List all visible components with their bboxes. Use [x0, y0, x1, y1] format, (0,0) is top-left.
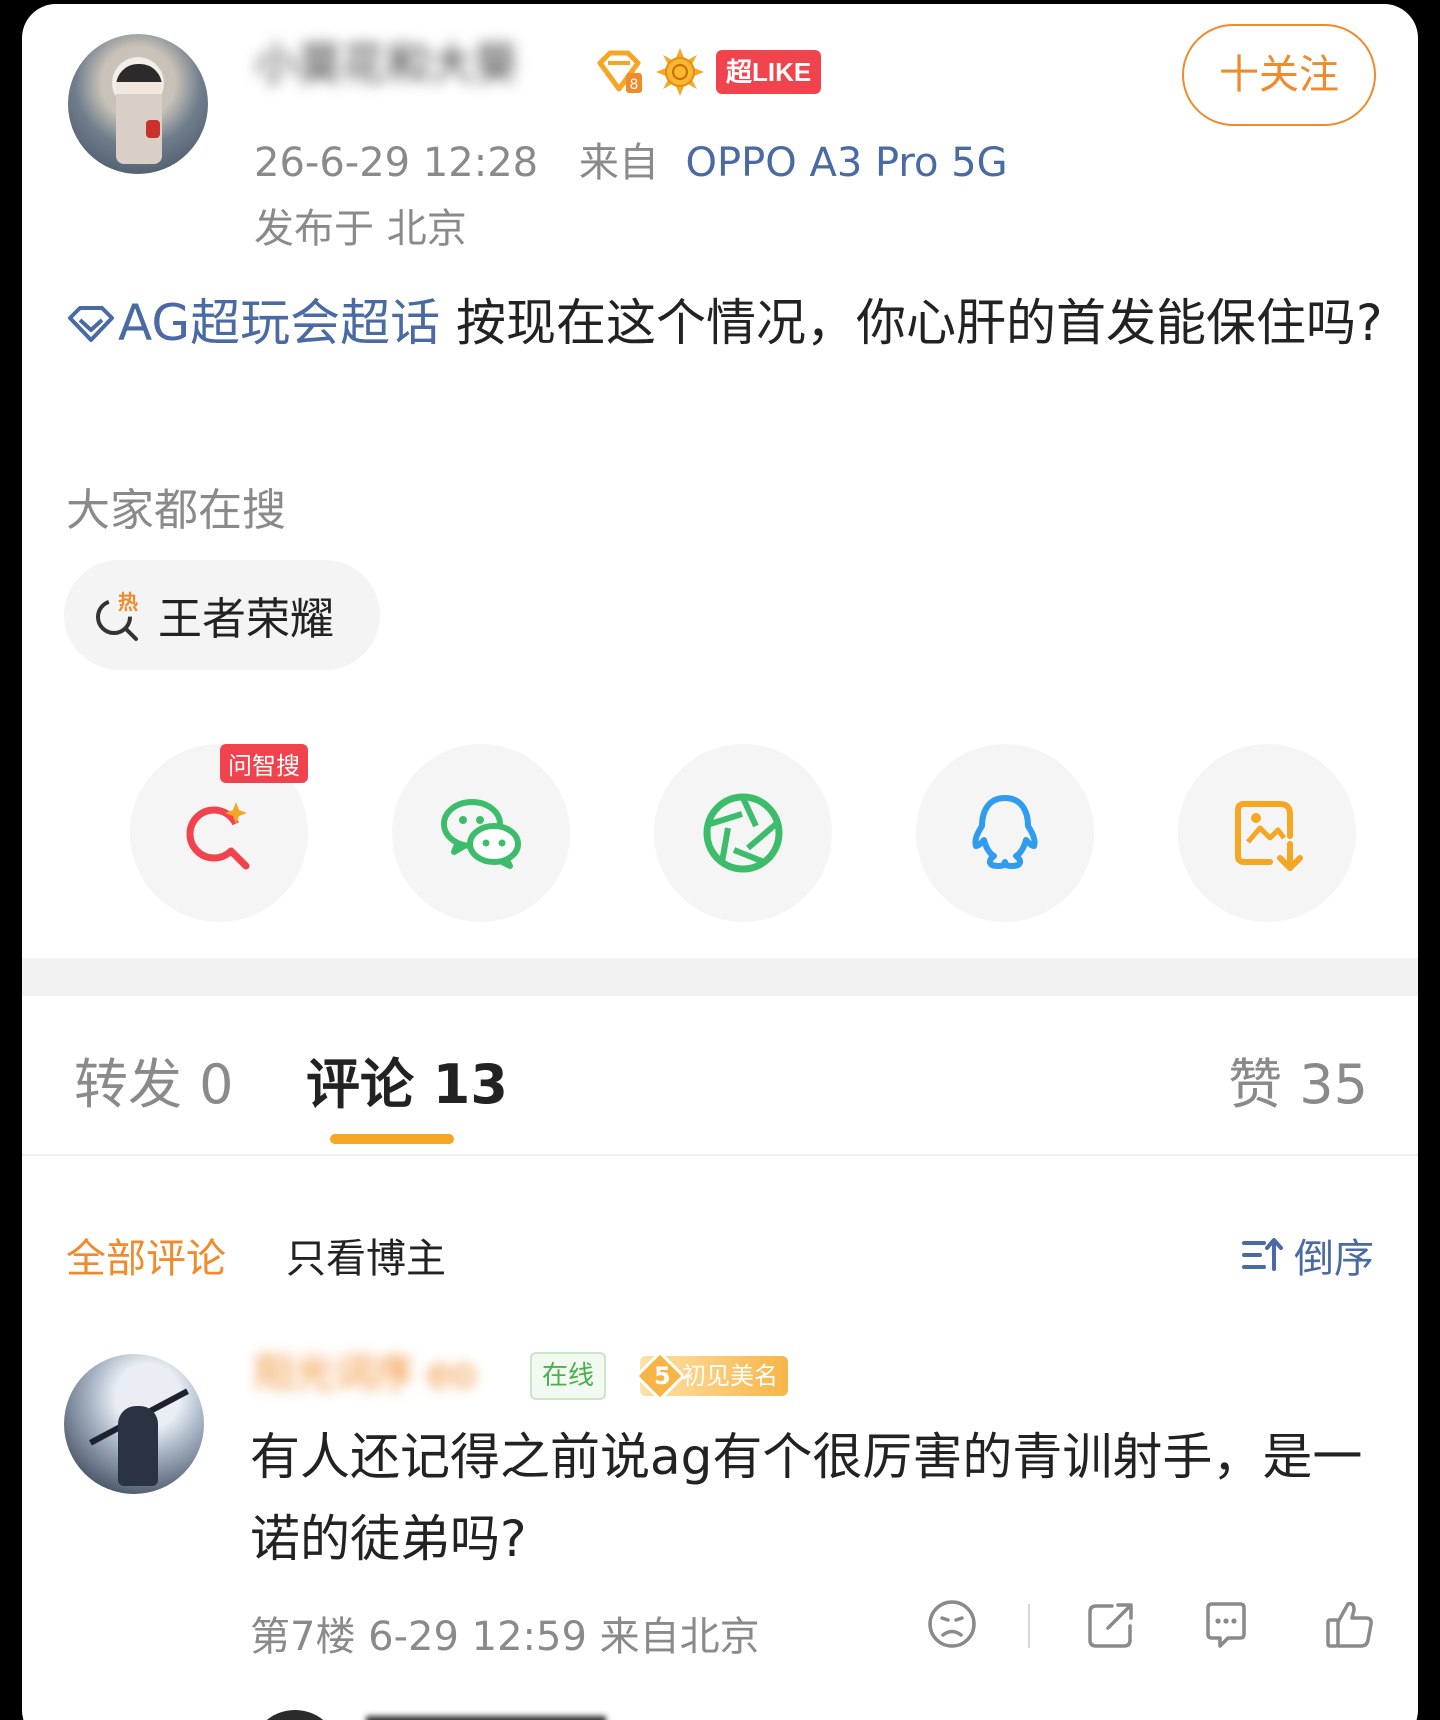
svg-text:热: 热 [118, 590, 138, 614]
share-wechat-button[interactable] [392, 744, 570, 922]
comment-meta: 第7楼 6-29 12:59 来自北京 [250, 1614, 760, 1660]
section-divider [22, 958, 1418, 996]
commenter-avatar[interactable] [64, 1354, 204, 1494]
super-like-badge[interactable]: 超LIKE [716, 50, 822, 94]
share-icon[interactable] [1082, 1596, 1138, 1652]
post-meta: 26-6-29 12:28 来自 OPPO A3 Pro 5G [254, 130, 1008, 188]
author-avatar[interactable] [68, 34, 208, 174]
post-location: 发布于 北京 [254, 206, 467, 252]
super-topic-label: AG超玩会超话 [118, 294, 441, 352]
hot-search-icon: 热 [96, 590, 138, 641]
share-row: 问智搜 [110, 744, 1360, 924]
next-comment-preview [366, 1716, 606, 1720]
filter-all-comments[interactable]: 全部评论 [66, 1226, 226, 1284]
tab-likes[interactable]: 赞 35 [1228, 1040, 1368, 1119]
post-timestamp: 26-6-29 12:28 [254, 140, 539, 186]
trending-search-text: 王者荣耀 [158, 594, 334, 645]
active-tab-indicator [330, 1134, 454, 1144]
post-text: 按现在这个情况，你心肝的首发能保住吗? [440, 294, 1383, 352]
ai-search-icon [186, 802, 250, 870]
commenter-name[interactable]: 阳光词序 eo [254, 1344, 530, 1404]
ai-search-tag: 问智搜 [220, 744, 308, 783]
super-topic-icon [68, 306, 114, 342]
share-qq-button[interactable] [916, 744, 1094, 922]
trending-search-chip[interactable]: 热 王者荣耀 [64, 560, 380, 670]
super-topic-link[interactable]: AG超玩会超话 [66, 294, 440, 352]
filter-author-only[interactable]: 只看博主 [286, 1226, 446, 1284]
device-link[interactable]: OPPO A3 Pro 5G [686, 140, 1008, 186]
online-status-badge: 在线 [530, 1352, 607, 1400]
sort-toggle[interactable]: 倒序 [1240, 1226, 1374, 1284]
sort-desc-icon [1242, 1238, 1283, 1271]
sort-label: 倒序 [1294, 1236, 1374, 1282]
post-card: 小莫花和大葵 8 超LIKE 十关注 26-6-29 12:28 来自 OPPO… [22, 4, 1418, 1720]
save-image-icon [1235, 801, 1303, 871]
reply-icon[interactable] [1198, 1596, 1254, 1652]
svg-text:8: 8 [630, 77, 639, 93]
post-body: AG超玩会超话 按现在这个情况，你心肝的首发能保住吗? [66, 282, 1386, 364]
moments-icon [703, 793, 783, 873]
share-moments-button[interactable] [654, 744, 832, 922]
wechat-icon [441, 799, 521, 869]
fan-level-number: 5 [654, 1362, 671, 1390]
next-commenter-avatar[interactable] [250, 1710, 340, 1720]
comment-text: 有人还记得之前说ag有个很厉害的青训射手，是一诺的徒弟吗? [250, 1428, 1363, 1568]
qq-icon [972, 795, 1038, 869]
tab-divider [22, 1154, 1418, 1156]
fan-level-title: 初见美名 [682, 1362, 778, 1390]
fan-level-badge[interactable]: 5 初见美名 [634, 1350, 788, 1402]
source-prefix: 来自 [578, 140, 659, 186]
save-image-button[interactable] [1178, 744, 1356, 922]
dislike-face-icon[interactable] [924, 1596, 980, 1652]
like-thumb-icon[interactable] [1322, 1596, 1378, 1652]
tab-comments[interactable]: 评论 13 [306, 1040, 508, 1119]
author-badges: 8 超LIKE [594, 48, 822, 96]
sun-medal-icon[interactable] [656, 48, 704, 96]
author-name[interactable]: 小莫花和大葵 [254, 30, 594, 100]
follow-button[interactable]: 十关注 [1182, 24, 1376, 126]
tab-reposts[interactable]: 转发 0 [74, 1040, 234, 1119]
vip-diamond-icon[interactable]: 8 [594, 49, 644, 95]
trending-search-label: 大家都在搜 [66, 485, 286, 536]
action-separator [1028, 1604, 1030, 1648]
comment-actions [902, 1596, 1382, 1656]
